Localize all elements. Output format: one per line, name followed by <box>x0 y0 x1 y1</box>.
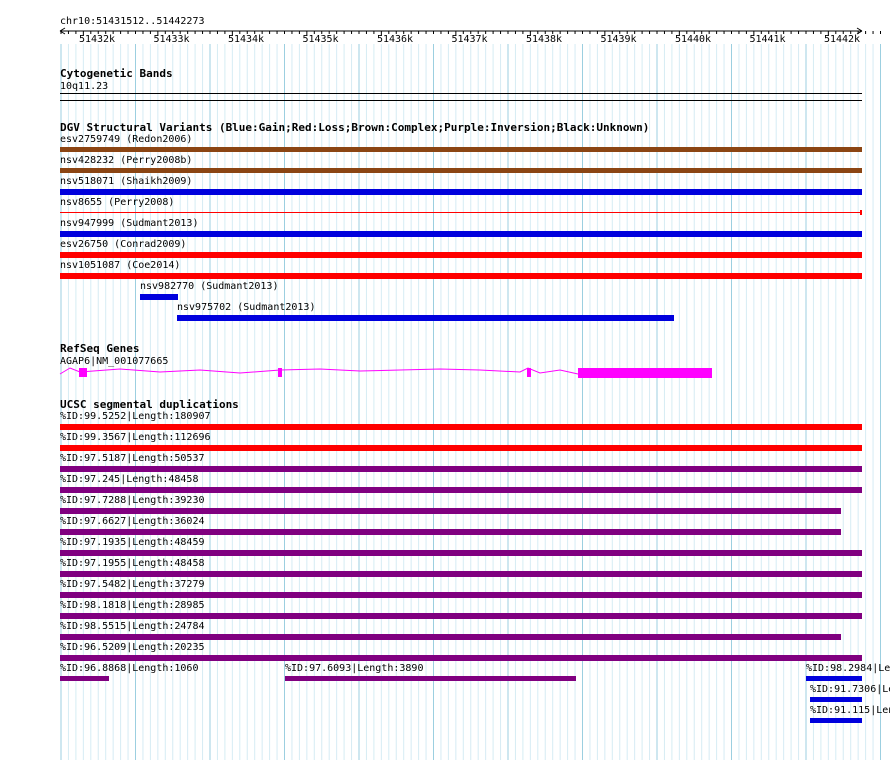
gene-exon <box>578 368 712 378</box>
segdup-feature-bar[interactable] <box>60 550 862 556</box>
segdup-feature-label[interactable]: %ID:91.115|Len <box>810 705 890 716</box>
segdup-feature-label[interactable]: %ID:98.1818|Length:28985 <box>60 600 205 611</box>
segdup-feature-bar[interactable] <box>60 592 862 598</box>
segdup-feature-bar[interactable] <box>810 718 862 723</box>
gene-exon <box>79 368 87 377</box>
segdup-feature-bar[interactable] <box>60 529 841 535</box>
gene-intron-line <box>59 367 579 375</box>
dgv-feature-label[interactable]: nsv518071 (Shaikh2009) <box>60 176 192 187</box>
ruler-tick-label: 51439k <box>600 34 637 45</box>
segdup-feature-bar[interactable] <box>60 445 862 451</box>
segdup-feature-bar[interactable] <box>60 487 862 493</box>
ruler-tick-label: 51437k <box>451 34 488 45</box>
segdup-feature-label[interactable]: %ID:99.5252|Length:180907 <box>60 411 211 422</box>
dgv-feature-label[interactable]: esv26750 (Conrad2009) <box>60 239 186 250</box>
segdup-track-title[interactable]: UCSC segmental duplications <box>60 399 239 411</box>
ruler-tick-label: 51438k <box>525 34 563 45</box>
refseq-track-title[interactable]: RefSeq Genes <box>60 343 139 355</box>
dgv-feature-label[interactable]: nsv1051087 (Coe2014) <box>60 260 180 271</box>
segdup-feature-bar[interactable] <box>60 613 862 619</box>
segdup-feature-bar[interactable] <box>60 655 862 661</box>
segdup-feature-label[interactable]: %ID:99.3567|Length:112696 <box>60 432 211 443</box>
dgv-feature-label[interactable]: nsv975702 (Sudmant2013) <box>177 302 315 313</box>
segdup-feature-bar[interactable] <box>60 466 862 472</box>
segdup-feature-label[interactable]: %ID:96.8868|Length:1060 <box>60 663 198 674</box>
ruler-tick-label: 51436k <box>376 34 414 45</box>
segdup-feature-label[interactable]: %ID:97.1935|Length:48459 <box>60 537 205 548</box>
ruler-tick-label: 51433k <box>153 34 190 45</box>
ruler-tick-label: 51442k <box>823 34 861 45</box>
segdup-feature-bar[interactable] <box>810 697 862 702</box>
segdup-feature-bar[interactable] <box>60 571 862 577</box>
gene-exon <box>278 368 282 377</box>
segdup-feature-label[interactable]: %ID:98.2984|Le <box>806 663 890 674</box>
ruler-tick-label: 51441k <box>749 34 786 45</box>
cytoband-label: 10q11.23 <box>60 81 109 92</box>
segdup-feature-label[interactable]: %ID:97.6093|Length:3890 <box>285 663 423 674</box>
dgv-feature-label[interactable]: esv2759749 (Redon2006) <box>60 134 192 145</box>
ruler-tick-label: 51432k <box>78 34 116 45</box>
ruler-tick-label: 51435k <box>302 34 339 45</box>
segdup-feature-bar[interactable] <box>285 676 576 681</box>
dgv-track-title[interactable]: DGV Structural Variants (Blue:Gain;Red:L… <box>60 122 649 134</box>
dgv-feature-label[interactable]: nsv8655 (Perry2008) <box>60 197 174 208</box>
dgv-feature-label[interactable]: nsv982770 (Sudmant2013) <box>140 281 278 292</box>
segdup-feature-bar[interactable] <box>60 508 841 514</box>
dgv-feature-label[interactable]: nsv947999 (Sudmant2013) <box>60 218 198 229</box>
segdup-feature-label[interactable]: %ID:97.5482|Length:37279 <box>60 579 205 590</box>
segdup-feature-label[interactable]: %ID:97.6627|Length:36024 <box>60 516 205 527</box>
segdup-feature-label[interactable]: %ID:97.7288|Length:39230 <box>60 495 205 506</box>
ruler-tick-label: 51440k <box>674 34 712 45</box>
cytoband-track-title[interactable]: Cytogenetic Bands <box>60 68 173 80</box>
segdup-feature-bar[interactable] <box>60 634 841 640</box>
segdup-feature-label[interactable]: %ID:91.7306|Le <box>810 684 890 695</box>
segdup-feature-bar[interactable] <box>60 424 862 430</box>
segdup-feature-label[interactable]: %ID:97.1955|Length:48458 <box>60 558 205 569</box>
segdup-feature-label[interactable]: %ID:98.5515|Length:24784 <box>60 621 205 632</box>
dgv-feature-label[interactable]: nsv428232 (Perry2008b) <box>60 155 192 166</box>
segdup-feature-label[interactable]: %ID:97.5187|Length:50537 <box>60 453 205 464</box>
gene-exon <box>527 368 531 377</box>
segdup-feature-label[interactable]: %ID:97.245|Length:48458 <box>60 474 198 485</box>
segdup-feature-bar[interactable] <box>806 676 862 681</box>
ruler-tick-label: 51434k <box>227 34 265 45</box>
segdup-feature-label[interactable]: %ID:96.5209|Length:20235 <box>60 642 205 653</box>
segdup-feature-bar[interactable] <box>60 676 109 681</box>
gene-label[interactable]: AGAP6|NM_001077665 <box>60 356 168 367</box>
